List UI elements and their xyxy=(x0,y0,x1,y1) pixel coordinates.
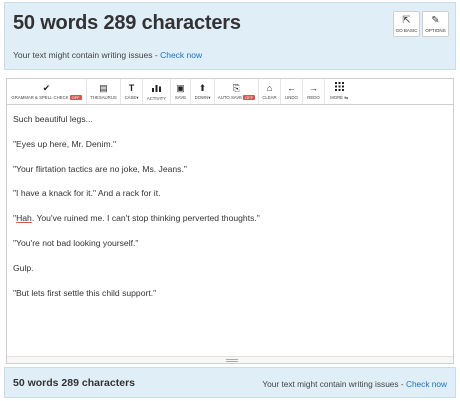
case-label: Case▾ xyxy=(124,94,139,100)
book-icon: ▤ xyxy=(99,83,108,93)
save-button[interactable]: ▣ Save xyxy=(171,79,191,104)
grammar-spell-check-button[interactable]: ✔ Grammar & Spell Check OFF xyxy=(7,79,87,104)
editor-resize-handle[interactable] xyxy=(7,356,453,363)
redo-arrow-icon: → xyxy=(309,83,318,93)
check-icon: ✔ xyxy=(42,82,51,93)
activity-label: Activity xyxy=(146,95,167,101)
footer-writing-issues-notice: Your text might contain writing issues -… xyxy=(262,379,447,389)
header-buttons: ⇱ Go basic ✎ Options xyxy=(393,11,449,37)
footer-word-count: 50 words 289 characters xyxy=(13,377,135,389)
clear-button[interactable]: ⌂ Clear xyxy=(259,79,281,104)
options-button[interactable]: ✎ Options xyxy=(422,11,449,37)
bar-chart-icon xyxy=(152,83,161,94)
clear-label: Clear xyxy=(262,95,277,100)
thesaurus-button[interactable]: ▤ Thesaurus xyxy=(87,79,121,104)
grammar-spell-check-label: Grammar & Spell Check xyxy=(11,94,69,100)
redo-label: Redo xyxy=(307,95,320,100)
text-line: "You're not bad looking yourself." xyxy=(13,237,139,248)
download-dropdown-button[interactable]: ⬆ Down▾ xyxy=(191,79,215,104)
go-basic-label: Go basic xyxy=(395,28,418,33)
writing-issues-text: Your text might contain writing issues - xyxy=(13,50,161,60)
more-button[interactable]: More ⇆ xyxy=(325,79,353,104)
text-editor-area[interactable]: Such beautiful legs... "Eyes up here, Mr… xyxy=(7,106,453,356)
download-icon: ⬆ xyxy=(198,82,207,93)
download-label: Down▾ xyxy=(194,94,211,100)
auto-save-label: Auto Save xyxy=(217,94,243,100)
footer-writing-issues-text: Your text might contain writing issues - xyxy=(262,379,406,389)
undo-button[interactable]: ← Undo xyxy=(281,79,303,104)
grid-icon xyxy=(334,82,344,93)
go-basic-button[interactable]: ⇱ Go basic xyxy=(393,11,420,37)
text-line: "I have a knack for it." And a rack for … xyxy=(13,188,161,199)
undo-label: Undo xyxy=(285,95,298,100)
text-line: "But lets first settle this child suppor… xyxy=(13,287,157,298)
external-link-icon: ⇱ xyxy=(402,15,411,26)
flagged-word[interactable]: Hah xyxy=(16,213,32,223)
text-line: "Your flirtation tactics are no joke, Ms… xyxy=(13,163,187,174)
text-line: "Eyes up here, Mr. Denim." xyxy=(13,138,117,149)
redo-button[interactable]: → Redo xyxy=(303,79,325,104)
auto-save-icon: ⎘ xyxy=(232,82,241,93)
editor: ✔ Grammar & Spell Check OFF ▤ Thesaurus T… xyxy=(6,78,454,364)
activity-button[interactable]: Activity xyxy=(143,79,171,104)
more-label: More ⇆ xyxy=(330,95,348,100)
thesaurus-label: Thesaurus xyxy=(90,95,117,100)
stats-footer: 50 words 289 characters Your text might … xyxy=(4,367,456,398)
text-case-icon: T xyxy=(128,82,135,93)
stats-header: 50 words 289 characters Your text might … xyxy=(4,2,456,70)
case-dropdown-button[interactable]: T Case▾ xyxy=(121,79,143,104)
auto-save-button[interactable]: ⎘ Auto Save OFF xyxy=(215,79,259,104)
save-label: Save xyxy=(174,95,187,100)
undo-arrow-icon: ← xyxy=(287,83,296,93)
word-count-title: 50 words 289 characters xyxy=(13,12,241,34)
wrench-icon: ✎ xyxy=(431,15,440,26)
text-line-flagged: "Hah. You've ruined me. I can't stop thi… xyxy=(13,213,260,224)
editor-toolbar: ✔ Grammar & Spell Check OFF ▤ Thesaurus T… xyxy=(7,79,453,105)
text-line: Gulp. xyxy=(13,262,34,273)
clear-icon: ⌂ xyxy=(266,83,273,93)
footer-check-now-link[interactable]: Check now xyxy=(406,379,447,389)
grammar-off-badge: OFF xyxy=(69,95,82,101)
text-line: Such beautiful legs... xyxy=(13,114,93,124)
options-label: Options xyxy=(425,28,446,33)
check-now-link[interactable]: Check now xyxy=(160,50,202,60)
save-icon: ▣ xyxy=(176,83,185,93)
writing-issues-notice: Your text might contain writing issues -… xyxy=(13,50,202,60)
resize-grip-icon xyxy=(226,359,238,362)
auto-save-off-badge: OFF xyxy=(243,95,256,101)
